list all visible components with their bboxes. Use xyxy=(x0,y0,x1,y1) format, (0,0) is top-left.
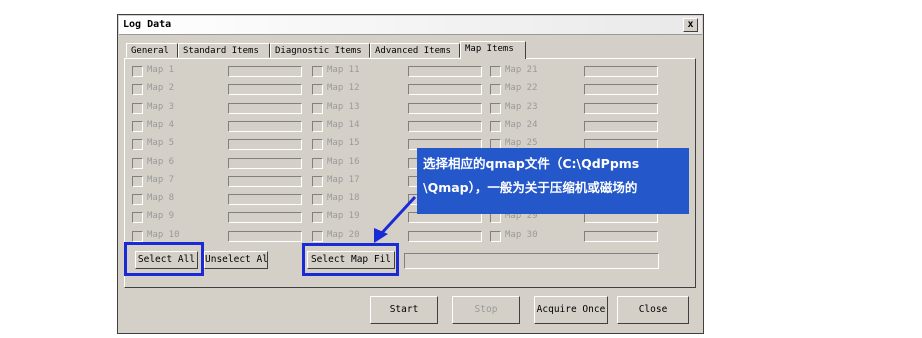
callout-line-1: 选择相应的qmap文件（C:\QdPpms xyxy=(423,156,640,171)
tab-map-items[interactable]: Map Items xyxy=(460,41,526,59)
callout-line-2: \Qmap），一般为关于压缩机或磁场的 xyxy=(423,180,638,195)
annotation-callout: 选择相应的qmap文件（C:\QdPpms \Qmap），一般为关于压缩机或磁场… xyxy=(417,148,689,214)
